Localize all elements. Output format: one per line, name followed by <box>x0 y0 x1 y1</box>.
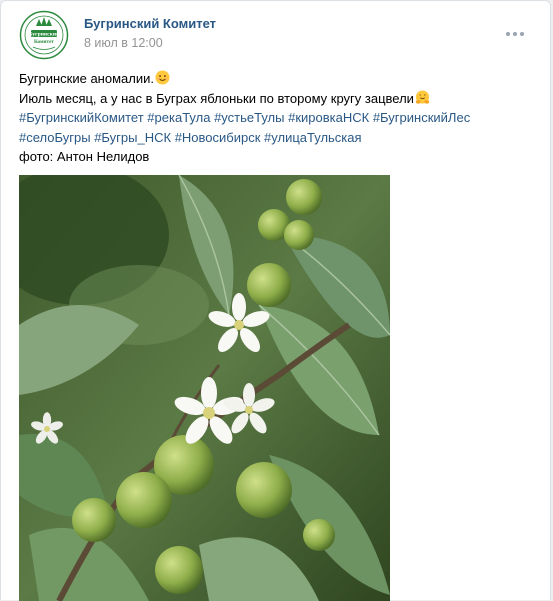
hashtags-line-2: #селоБугры #Бугры_НСК #Новосибирск #улиц… <box>19 128 534 148</box>
post-text: Бугринские аномалии. Июль месяц, а у нас… <box>19 69 534 167</box>
post-card: Бугринский Комитет Бугринский Комитет 8 … <box>0 0 551 601</box>
hashtag-link[interactable]: #Новосибирск <box>175 130 261 145</box>
more-dots-icon[interactable] <box>506 32 524 36</box>
hashtags-line-1: #БугринскийКомитет #рекаТула #устьеТулы … <box>19 108 534 128</box>
text-line-2: Июль месяц, а у нас в Буграх яблоньки по… <box>19 89 534 109</box>
post-photo[interactable] <box>19 175 390 601</box>
logo-text-2: Комитет <box>34 39 54 45</box>
logo-text-1: Бугринский <box>29 31 60 38</box>
photo-credit: фото: Антон Нелидов <box>19 149 150 164</box>
hashtag-link[interactable]: #БугринскийЛес <box>373 110 470 125</box>
hashtag-link[interactable]: #Бугры_НСК <box>94 130 171 145</box>
hashtag-link[interactable]: #БугринскийКомитет <box>19 110 144 125</box>
text-line-1: Бугринские аномалии. <box>19 69 534 89</box>
hashtag-link[interactable]: #селоБугры <box>19 130 91 145</box>
community-avatar[interactable]: Бугринский Комитет <box>19 10 69 60</box>
smiling-face-icon <box>155 70 170 85</box>
hashtag-link[interactable]: #устьеТулы <box>214 110 284 125</box>
author-name[interactable]: Бугринский Комитет <box>84 16 216 31</box>
hashtag-link[interactable]: #улицаТульская <box>264 130 362 145</box>
hugging-face-icon <box>415 89 430 104</box>
post-date[interactable]: 8 июл в 12:00 <box>84 36 163 50</box>
hashtag-link[interactable]: #кировкаНСК <box>288 110 369 125</box>
hashtag-link[interactable]: #рекаТула <box>147 110 210 125</box>
